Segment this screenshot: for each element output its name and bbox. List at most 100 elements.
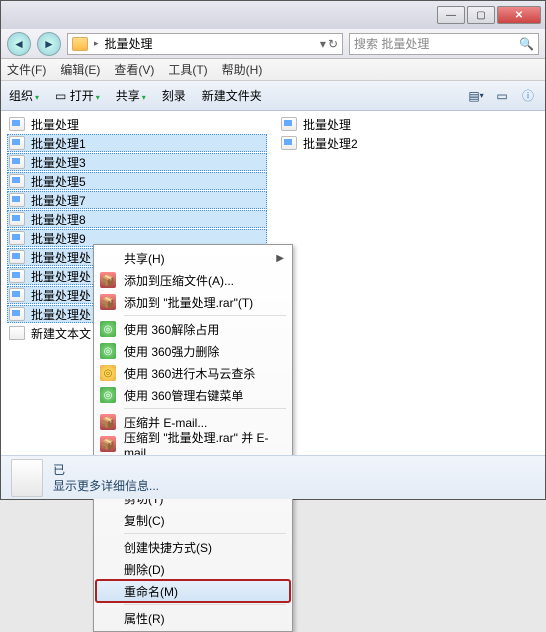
context-menu: 共享(H) ▶ 添加到压缩文件(A)... 添加到 "批量处理.rar"(T) 使用 3… bbox=[93, 244, 293, 632]
menu-separator bbox=[124, 315, 286, 316]
batch-file-icon bbox=[281, 136, 297, 150]
menu-item[interactable]: 共享(H) ▶ bbox=[96, 247, 290, 269]
newfolder-button[interactable]: 新建文件夹 bbox=[202, 87, 262, 104]
file-name: 批量处理5 bbox=[31, 173, 86, 190]
batch-file-icon bbox=[9, 269, 25, 283]
menu-item-label: 复制(C) bbox=[124, 512, 165, 529]
view-mode-icon[interactable]: ▤▾ bbox=[467, 87, 485, 105]
menu-item[interactable]: 添加到压缩文件(A)... bbox=[96, 269, 290, 291]
rar-icon bbox=[100, 294, 116, 310]
batch-file-icon bbox=[9, 193, 25, 207]
menu-item[interactable]: 删除(D) bbox=[96, 558, 290, 580]
menu-item[interactable]: 使用 360管理右键菜单 bbox=[96, 384, 290, 406]
maximize-button[interactable]: ▢ bbox=[467, 6, 495, 24]
menu-item[interactable]: 复制(C) bbox=[96, 509, 290, 531]
submenu-arrow-icon: ▶ bbox=[276, 253, 284, 264]
menu-item[interactable]: 使用 360解除占用 bbox=[96, 318, 290, 340]
s360y-icon bbox=[100, 365, 116, 381]
folder-icon bbox=[72, 37, 88, 51]
file-item[interactable]: 批量处理 bbox=[7, 115, 267, 133]
file-item[interactable]: 批量处理 bbox=[279, 115, 539, 133]
file-item[interactable]: 批量处理1 bbox=[7, 134, 267, 152]
refresh-icon[interactable]: ↻ bbox=[328, 37, 338, 51]
menu-item[interactable]: 属性(R) bbox=[96, 607, 290, 629]
close-button[interactable]: ✕ bbox=[497, 6, 541, 24]
details-pane: 已 显示更多详细信息... bbox=[1, 455, 545, 499]
file-name: 批量处理2 bbox=[303, 135, 358, 152]
menu-item-label: 添加到压缩文件(A)... bbox=[124, 272, 234, 289]
batch-file-icon bbox=[9, 231, 25, 245]
file-item[interactable]: 批量处理2 bbox=[279, 134, 539, 152]
file-name: 新建文本文 bbox=[31, 325, 91, 342]
menu-item-label: 属性(R) bbox=[124, 610, 165, 627]
address-bar[interactable]: ▸ 批量处理 ▾ ↻ bbox=[67, 33, 343, 55]
file-item[interactable]: 批量处理7 bbox=[7, 191, 267, 209]
menu-item-label: 共享(H) bbox=[124, 250, 165, 267]
file-column-right: 批量处理批量处理2 bbox=[273, 111, 545, 457]
batch-file-icon bbox=[9, 174, 25, 188]
menu-item[interactable]: 使用 360强力删除 bbox=[96, 340, 290, 362]
file-name: 批量处理处 bbox=[31, 249, 91, 266]
details-subtitle[interactable]: 显示更多详细信息... bbox=[53, 478, 159, 494]
menu-separator bbox=[124, 408, 286, 409]
file-name: 批量处理9 bbox=[31, 230, 86, 247]
menu-item-label: 创建快捷方式(S) bbox=[124, 539, 212, 556]
file-item[interactable]: 批量处理5 bbox=[7, 172, 267, 190]
search-icon: 🔍 bbox=[519, 37, 534, 51]
batch-file-icon bbox=[281, 117, 297, 131]
toolbar: 组织▾ ▭ 打开▾ 共享▾ 刻录 新建文件夹 ▤▾ ▭ ⓘ bbox=[1, 81, 545, 111]
file-name: 批量处理 bbox=[31, 116, 79, 133]
rar-icon bbox=[100, 436, 116, 452]
batch-file-icon bbox=[9, 212, 25, 226]
explorer-window: — ▢ ✕ ◄ ► ▸ 批量处理 ▾ ↻ 搜索 批量处理 🔍 文件(F) 编辑(… bbox=[0, 0, 546, 500]
file-name: 批量处理处 bbox=[31, 287, 91, 304]
menu-item[interactable]: 压缩到 "批量处理.rar" 并 E-mail bbox=[96, 433, 290, 455]
menu-edit[interactable]: 编辑(E) bbox=[60, 61, 100, 78]
details-title: 已 bbox=[53, 462, 159, 478]
rar-icon bbox=[100, 272, 116, 288]
file-name: 批量处理1 bbox=[31, 135, 86, 152]
minimize-button[interactable]: — bbox=[437, 6, 465, 24]
titlebar: — ▢ ✕ bbox=[1, 1, 545, 29]
share-button[interactable]: 共享▾ bbox=[116, 87, 146, 104]
back-button[interactable]: ◄ bbox=[7, 32, 31, 56]
file-list-area: 批量处理批量处理1批量处理3批量处理5批量处理7批量处理8批量处理9批量处理处批… bbox=[1, 111, 545, 457]
file-name: 批量处理3 bbox=[31, 154, 86, 171]
file-name: 批量处理8 bbox=[31, 211, 86, 228]
address-text: 批量处理 bbox=[105, 35, 153, 52]
text-file-icon bbox=[9, 326, 25, 340]
batch-file-icon bbox=[9, 136, 25, 150]
file-item[interactable]: 批量处理8 bbox=[7, 210, 267, 228]
rar-icon bbox=[100, 414, 116, 430]
batch-file-icon bbox=[9, 307, 25, 321]
file-name: 批量处理7 bbox=[31, 192, 86, 209]
file-name: 批量处理处 bbox=[31, 306, 91, 323]
menu-item-label: 添加到 "批量处理.rar"(T) bbox=[124, 294, 253, 311]
menu-item[interactable]: 使用 360进行木马云查杀 bbox=[96, 362, 290, 384]
open-button[interactable]: ▭ 打开▾ bbox=[55, 87, 100, 104]
menu-tools[interactable]: 工具(T) bbox=[168, 61, 207, 78]
organize-button[interactable]: 组织▾ bbox=[9, 87, 39, 104]
search-placeholder: 搜索 批量处理 bbox=[354, 35, 429, 52]
batch-file-icon bbox=[9, 250, 25, 264]
menu-item[interactable]: 添加到 "批量处理.rar"(T) bbox=[96, 291, 290, 313]
s360-icon bbox=[100, 321, 116, 337]
menu-item-label: 使用 360进行木马云查杀 bbox=[124, 365, 255, 382]
menu-separator bbox=[124, 604, 286, 605]
address-dropdown-icon[interactable]: ▾ bbox=[320, 37, 326, 51]
menu-item[interactable]: 重命名(M) bbox=[96, 580, 290, 602]
forward-button[interactable]: ► bbox=[37, 32, 61, 56]
batch-file-icon bbox=[9, 155, 25, 169]
file-name: 批量处理处 bbox=[31, 268, 91, 285]
file-item[interactable]: 批量处理3 bbox=[7, 153, 267, 171]
search-input[interactable]: 搜索 批量处理 🔍 bbox=[349, 33, 539, 55]
menu-help[interactable]: 帮助(H) bbox=[222, 61, 263, 78]
preview-pane-icon[interactable]: ▭ bbox=[493, 87, 511, 105]
help-icon[interactable]: ⓘ bbox=[519, 87, 537, 105]
menu-view[interactable]: 查看(V) bbox=[114, 61, 154, 78]
burn-button[interactable]: 刻录 bbox=[162, 87, 186, 104]
menu-file[interactable]: 文件(F) bbox=[7, 61, 46, 78]
menu-item[interactable]: 创建快捷方式(S) bbox=[96, 536, 290, 558]
menu-item-label: 使用 360解除占用 bbox=[124, 321, 219, 338]
file-name: 批量处理 bbox=[303, 116, 351, 133]
